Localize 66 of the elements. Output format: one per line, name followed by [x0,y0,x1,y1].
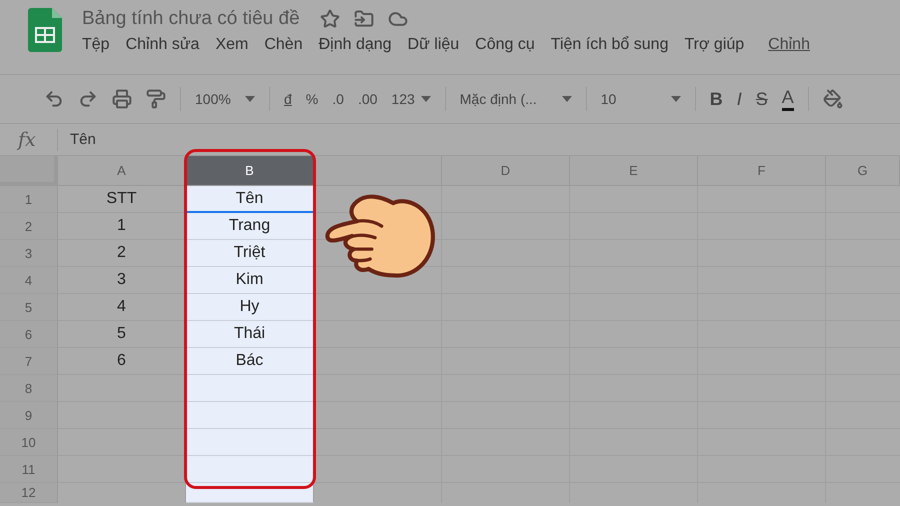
menu-item[interactable]: Tệp [82,36,110,54]
menu-item[interactable]: Công cụ [475,36,535,54]
redo-icon[interactable] [78,89,98,109]
table-cell[interactable]: Triệt [186,240,314,267]
table-cell[interactable] [186,456,314,483]
row-header[interactable]: 1 [0,186,58,213]
menu-item[interactable]: Trợ giúp [684,36,744,54]
menu-item[interactable]: Chỉnh sửa [126,36,200,54]
caret-icon [670,96,681,102]
strikethrough-button[interactable]: S [756,88,768,110]
edit-link[interactable]: Chỉnh [768,36,810,54]
star-icon[interactable] [320,9,340,29]
percent-button[interactable]: % [306,91,318,107]
table-cell[interactable] [186,402,314,429]
formula-label: fx [0,128,58,150]
menu-item[interactable]: Dữ liệu [408,36,460,54]
paint-format-icon[interactable] [146,89,166,109]
caret-icon [562,96,572,102]
row-header[interactable]: 4 [0,267,58,294]
font-size-dropdown[interactable]: 10 [600,91,681,107]
document-title[interactable]: Bảng tính chưa có tiêu đề [82,8,300,30]
table-cell[interactable]: Bác [186,348,314,375]
row-header[interactable]: 7 [0,348,58,375]
column-header[interactable]: F [698,156,826,186]
bold-button[interactable]: B [710,88,723,110]
column-header[interactable]: G [826,156,900,186]
table-cell[interactable]: Kim [186,267,314,294]
caret-icon [420,96,431,102]
menu-item[interactable]: Chèn [264,36,303,54]
font-dropdown[interactable]: Mặc định (... [460,91,572,107]
row-header[interactable]: 5 [0,294,58,321]
menu-item[interactable]: Định dạng [318,36,392,54]
row-header[interactable]: 3 [0,240,58,267]
table-cell[interactable] [186,429,314,456]
column-header[interactable]: E [570,156,698,186]
row-header[interactable]: 12 [0,483,58,503]
zoom-dropdown[interactable]: 100% [195,91,255,107]
menu-item[interactable]: Tiện ích bổ sung [550,36,668,54]
formula-value[interactable]: Tên [58,131,96,148]
spreadsheet-logo-icon[interactable] [28,8,62,52]
row-header[interactable]: 2 [0,213,58,240]
increase-decimals-button[interactable]: .00 [358,91,378,107]
row-header[interactable]: 6 [0,321,58,348]
table-cell[interactable]: Tên [186,186,314,213]
fill-color-icon[interactable] [822,89,843,109]
table-cell[interactable]: Trang [186,213,314,240]
print-icon[interactable] [112,89,132,109]
table-cell[interactable]: Thái [186,321,314,348]
caret-icon [245,96,255,102]
column-header[interactable]: B [186,156,314,186]
cloud-icon[interactable] [388,9,408,29]
row-header[interactable]: 8 [0,375,58,402]
move-folder-icon[interactable] [354,9,374,29]
table-cell[interactable] [186,375,314,402]
text-color-button[interactable]: A [782,87,794,111]
column-header[interactable]: D [442,156,570,186]
decrease-decimals-button[interactable]: .0 [332,91,344,107]
table-cell[interactable]: Hy [186,294,314,321]
row-header[interactable]: 10 [0,429,58,456]
undo-icon[interactable] [44,89,64,109]
italic-button[interactable]: I [736,88,742,110]
menu-item[interactable]: Xem [215,36,248,54]
row-header[interactable]: 9 [0,402,58,429]
number-format-dropdown[interactable]: 123 [391,91,431,107]
row-header[interactable]: 11 [0,456,58,483]
currency-button[interactable]: đ [284,91,292,107]
